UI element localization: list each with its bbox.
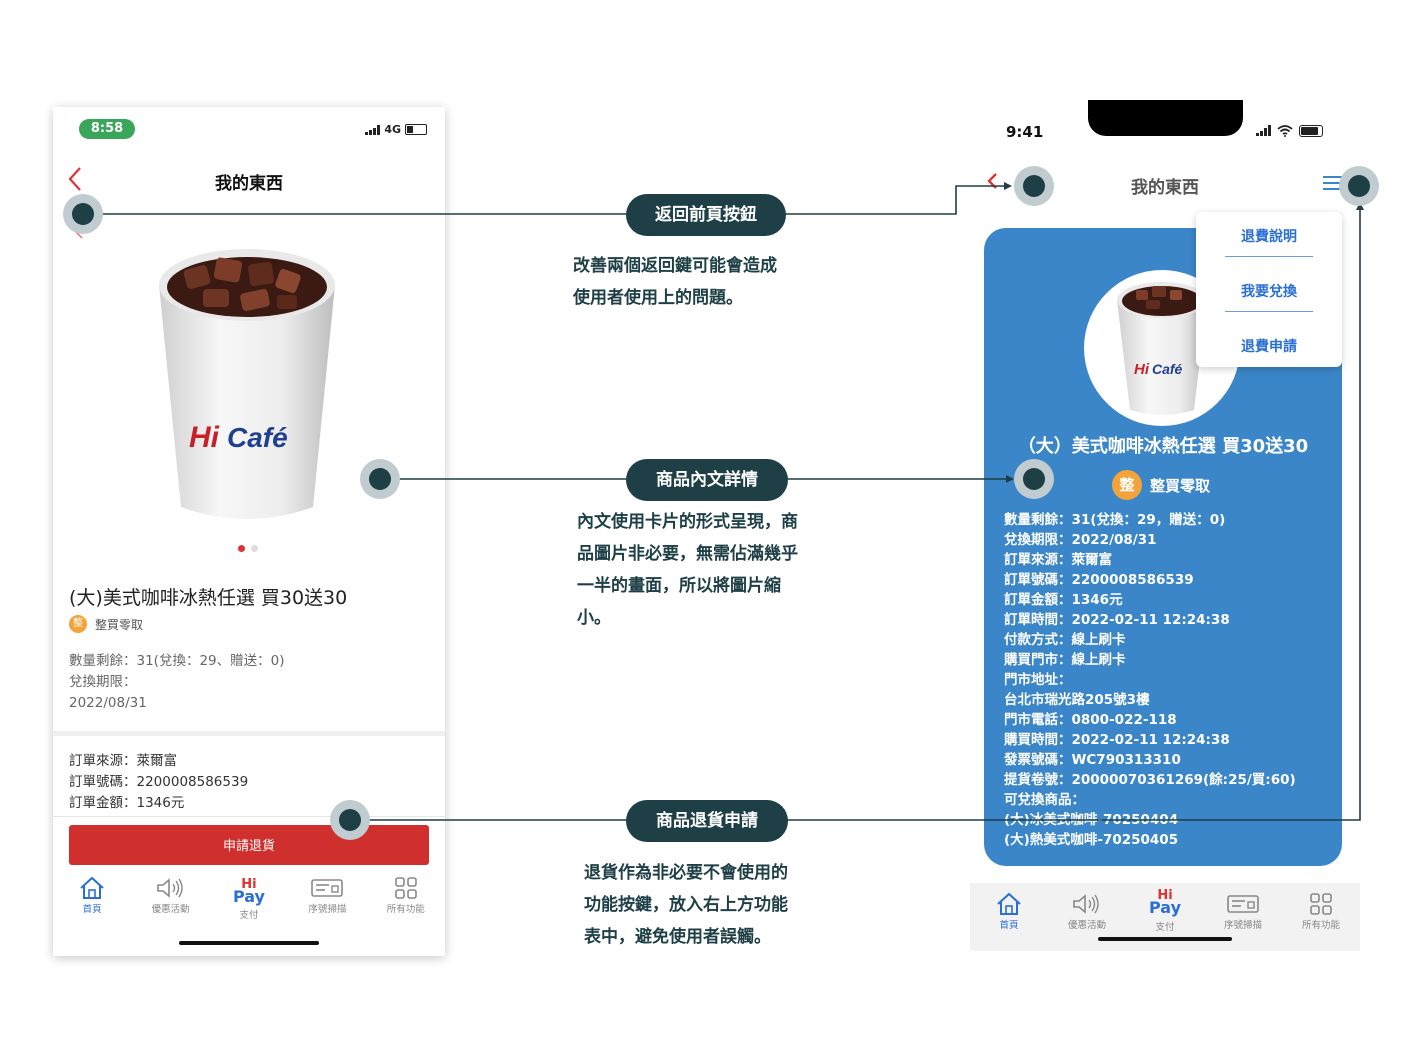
marker-details-left (360, 459, 400, 499)
marker-back-right (1014, 166, 1054, 206)
marker-menu-right (1339, 166, 1379, 206)
marker-details-right (1014, 459, 1054, 499)
annotation-note-back: 改善兩個返回鍵可能會造成 使用者使用上的問題。 (573, 256, 777, 308)
connector-back (83, 185, 1008, 215)
connector-refund (350, 208, 1361, 821)
annotation-title-refund: 商品退貨申請 (626, 800, 788, 842)
marker-back-left (63, 194, 103, 234)
annotation-title-details: 商品內文詳情 (626, 459, 788, 501)
annotation-note-details: 內文使用卡片的形式呈現，商 品圖片非必要，無需佔滿幾乎 一半的畫面，所以將圖片縮… (577, 512, 798, 628)
annotation-title-back: 返回前頁按鈕 (626, 194, 786, 236)
marker-refund-left (330, 800, 370, 840)
annotation-note-refund: 退貨作為非必要不會使用的 功能按鍵，放入右上方功能 表中，避免使用者誤觸。 (584, 863, 788, 947)
